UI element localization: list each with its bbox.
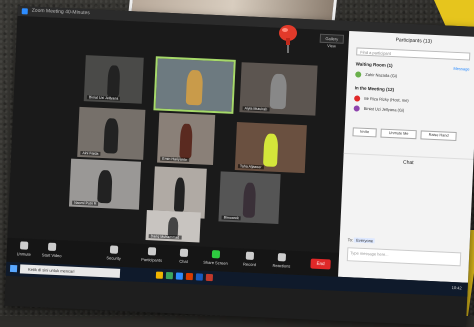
to-label: To: [347,237,354,243]
tile-name: Biniat Uzi Jellyana [86,95,121,101]
participant-figure [186,69,203,106]
participant-name: Zahir Nazada (Gi) [365,71,398,79]
video-tile[interactable]: Emin Hariyanto [157,112,216,166]
reactions-label: Reactions [272,262,291,269]
raise-hand-button[interactable]: Raise Hand [420,130,457,142]
chat-label: Chat [179,258,188,264]
participants-title: Participants (13) [395,37,433,45]
smile-icon [277,253,287,262]
participant-figure [173,177,186,213]
video-tile[interactable]: Bimoarek [218,171,281,225]
video-tile[interactable]: Taha Aljazeer [234,122,307,174]
powerpoint-icon[interactable] [185,272,194,281]
word-icon[interactable] [195,273,204,281]
invite-button[interactable]: Invite [352,127,377,138]
participant-figure [103,118,119,154]
video-tile[interactable]: Biniat Uzi Jellyana [83,55,144,104]
record-button[interactable]: Record [234,251,265,267]
participant-figure [107,65,121,99]
avatar [355,71,362,78]
window-title: Zoom Meeting 40-Minutes [31,7,90,17]
end-meeting-button[interactable]: End [310,258,331,270]
participants-panel: Participants (13) Find a participant Wai… [338,31,474,283]
find-participant-input[interactable]: Find a participant [356,47,471,61]
security-label: Security [106,255,121,261]
video-tile[interactable]: Dariq Muhammad [145,210,201,243]
tile-name: Naomi Putri R [72,200,99,206]
message-button[interactable]: Message [453,66,469,72]
tile-name: Emin Hariyanto [160,156,189,162]
taskbar-clock: 10:42 [451,284,462,291]
share-icon [211,250,221,259]
folder-icon[interactable] [155,271,164,279]
record-icon [245,251,255,260]
tile-name: Dariq Muhammad [148,234,182,240]
participant-figure [269,73,287,110]
recipient-select[interactable]: Everyone [354,237,376,244]
tile-name: Taha Aljazeer [237,164,264,170]
video-tile[interactable]: Naomi Putri R [68,158,142,210]
taskbar-search-input[interactable]: Ketik di sini untuk mencari [19,264,121,278]
participant-figure [97,169,113,204]
participant-figure [242,182,257,218]
participants-label: Participants [141,256,163,263]
participant-figure [179,123,193,159]
avatar [354,95,361,102]
tile-name: Aiyla Mutuirah [242,106,270,112]
chat-button[interactable]: Chat [168,248,199,264]
push-pin-icon [279,25,297,53]
zoom-icon [21,8,28,15]
share-screen-label: Share Screen [203,259,228,266]
participant-row[interactable]: Zahir Nazada (Gi) [355,71,469,84]
chat-title: Chat [343,152,474,169]
unmute-label: Unmute [16,251,31,257]
video-tile[interactable]: Aini Faida [77,106,146,160]
chat-icon [179,248,189,257]
shield-icon [109,245,119,254]
participants-button[interactable]: Participants [137,247,168,263]
start-video-button[interactable]: Start Video [37,242,68,258]
participant-figure [262,132,279,168]
unmute-me-button[interactable]: Unmute Me [380,128,417,140]
zoom-taskbar-icon[interactable] [175,272,184,280]
tile-name: Aini Faida [80,150,101,156]
chat-recipient: To: Everyone [347,237,376,244]
in-meeting-title: In the Meeting (12) [354,85,395,93]
share-screen-button[interactable]: Share Screen [200,250,231,266]
video-tile-active-speaker[interactable] [153,56,236,114]
microphone-icon [19,241,29,250]
participant-name: Mr Riza Rizky (Host, me) [364,95,409,103]
view-toggle-button[interactable]: Gallery View [319,33,345,48]
reactions-button[interactable]: Reactions [266,253,297,269]
video-icon [47,242,57,251]
record-label: Record [242,261,257,268]
windows-start-icon[interactable] [9,264,18,273]
waiting-room-title: Waiting Room (1) [355,61,393,69]
chrome-icon[interactable] [165,271,174,280]
zoom-window: Zoom Meeting 40-Minutes Gallery View Bin… [4,6,474,327]
unmute-button[interactable]: Unmute [9,241,40,257]
security-button[interactable]: Security [99,245,130,261]
tile-name: Bimoarek [221,215,241,221]
people-icon [147,247,157,256]
participant-name: Biniat Uzi Jellyana (Gi) [363,105,405,113]
media-icon[interactable] [205,273,214,282]
chat-message-input[interactable]: Type message here... [346,247,462,267]
avatar [353,105,360,112]
start-video-label: Start Video [41,252,62,259]
video-tile[interactable]: Aiyla Mutuirah [239,62,318,116]
